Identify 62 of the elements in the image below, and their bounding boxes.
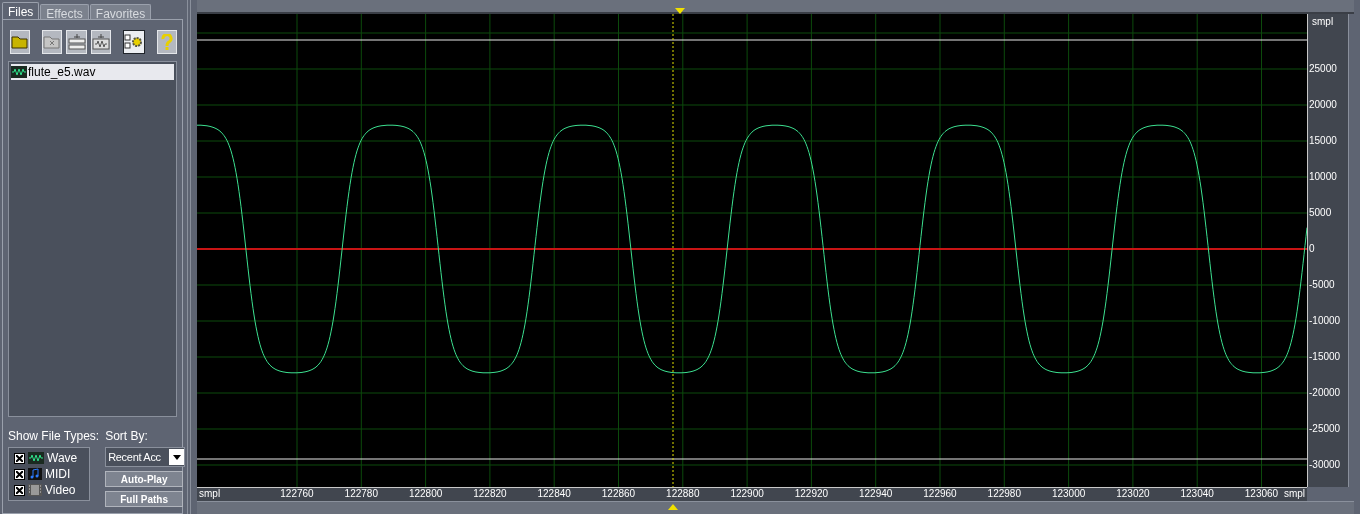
- folder-icon: [11, 35, 30, 49]
- axis-unit: smpl: [199, 488, 221, 500]
- panel-tab[interactable]: Favorites: [89, 4, 152, 19]
- checkbox[interactable]: [14, 484, 25, 496]
- axis-label: -25000: [1309, 423, 1341, 435]
- axis-label: 122840: [536, 488, 572, 500]
- panel-tab[interactable]: Effects: [40, 4, 89, 19]
- gear-icon: [123, 34, 144, 50]
- axis-label: 122780: [343, 488, 379, 500]
- axis-label: 122880: [665, 488, 701, 500]
- axis-label: 122940: [858, 488, 894, 500]
- x-mark-icon: [16, 470, 23, 478]
- file-name: flute_e5.wav: [28, 64, 96, 81]
- waveform-icon: [11, 66, 27, 78]
- panel-button[interactable]: Full Paths: [105, 491, 184, 507]
- file-type-label: MIDI: [45, 466, 71, 483]
- axis-label: -15000: [1309, 351, 1341, 363]
- axis-label: 122920: [793, 488, 830, 500]
- file-x-icon: [43, 35, 62, 49]
- file-type-label: Video: [45, 482, 76, 499]
- axis-unit: smpl: [1283, 488, 1305, 500]
- music-note-icon: [28, 468, 42, 480]
- axis-label: -5000: [1309, 279, 1335, 291]
- show-file-types-label: Show File Types:: [8, 428, 100, 445]
- file-type-label: Wave: [47, 450, 78, 467]
- axis-label: 123040: [1179, 488, 1215, 500]
- checkbox[interactable]: [14, 452, 25, 464]
- axis-label: 10000: [1309, 171, 1337, 183]
- axis-label: 25000: [1309, 63, 1337, 75]
- axis-label: 122760: [279, 488, 315, 500]
- cursor-marker-icon: [668, 504, 678, 510]
- axis-label: 15000: [1309, 135, 1337, 147]
- help-icon: [159, 34, 174, 50]
- axis-label: 122960: [922, 488, 958, 500]
- axis-label: 122820: [472, 488, 508, 500]
- x-mark-icon: [16, 454, 23, 462]
- axis-label: -10000: [1309, 315, 1341, 327]
- panel-tab[interactable]: Files: [2, 2, 40, 19]
- axis-label: 5000: [1309, 207, 1332, 219]
- insert-track-icon: [67, 34, 86, 50]
- file-list-item[interactable]: flute_e5.wav: [11, 64, 174, 80]
- sort-by-dropdown[interactable]: Recent Acc: [105, 447, 186, 467]
- axis-label: 122900: [729, 488, 765, 500]
- axis-label: 122860: [600, 488, 637, 500]
- sort-by-value: Recent Acc: [108, 449, 162, 465]
- axis-label: 0: [1309, 243, 1315, 255]
- x-mark-icon: [16, 486, 23, 494]
- axis-label: 123000: [1050, 488, 1087, 500]
- insert-wave-icon: [91, 34, 110, 50]
- sort-by-label: Sort By:: [105, 428, 149, 445]
- axis-unit: smpl: [1312, 15, 1334, 29]
- axis-label: -30000: [1309, 459, 1341, 471]
- film-icon: [28, 484, 42, 496]
- waveform-icon: [28, 452, 44, 464]
- axis-label: 123020: [1115, 488, 1151, 500]
- axis-label: -20000: [1309, 387, 1341, 399]
- axis-label: 122980: [986, 488, 1022, 500]
- checkbox[interactable]: [14, 468, 25, 480]
- axis-label: 122800: [407, 488, 444, 500]
- panel-button[interactable]: Auto-Play: [105, 471, 184, 487]
- axis-label: 20000: [1309, 99, 1337, 111]
- toolbar-button[interactable]: [122, 30, 145, 54]
